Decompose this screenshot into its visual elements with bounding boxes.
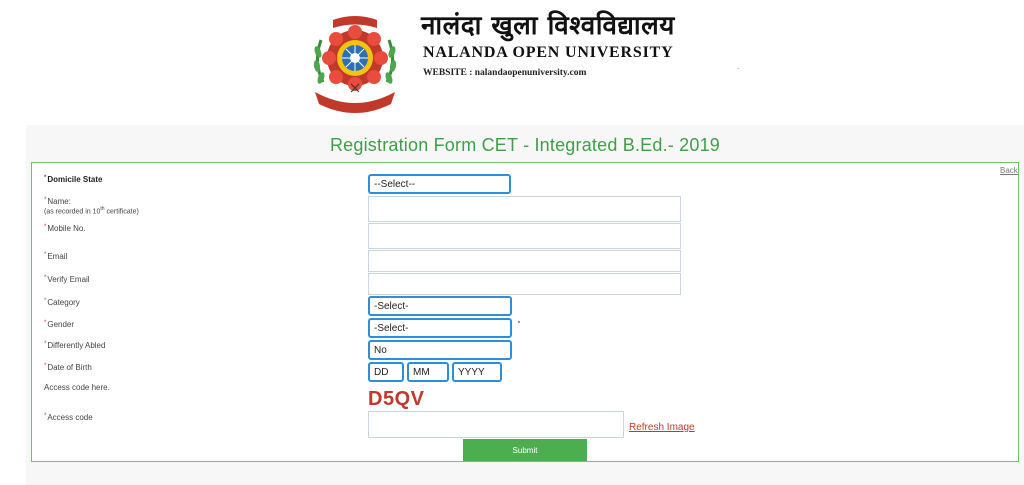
gender-select[interactable]: -Select-	[368, 318, 512, 338]
access-code-label-text: Access code	[47, 413, 93, 422]
back-link[interactable]: Back	[1000, 166, 1018, 175]
name-note: (as recorded in 10th certificate)	[44, 206, 139, 215]
header: नालंदा खुला विश्वविद्यालय NALANDA OPEN U…	[0, 0, 1024, 122]
mobile-input[interactable]	[368, 223, 681, 249]
verify-email-label: *Verify Email	[44, 275, 90, 284]
name-label-text: Name:	[47, 197, 71, 206]
university-name-english: NALANDA OPEN UNIVERSITY	[423, 44, 674, 61]
domicile-label: *Domicile State	[44, 175, 102, 184]
domicile-state-select[interactable]: --Select--	[368, 174, 511, 194]
required-mark: *	[44, 175, 47, 181]
category-select[interactable]: -Select-	[368, 296, 512, 316]
email-label-text: Email	[47, 252, 68, 261]
dob-label: *Date of Birth	[44, 363, 92, 372]
dob-year-select[interactable]: YYYY	[452, 362, 502, 382]
category-label-text: Category	[47, 298, 80, 307]
gender-label: *Gender	[44, 320, 74, 329]
dob-day-select[interactable]: DD	[368, 362, 404, 382]
domicile-label-text: Domicile State	[47, 175, 103, 184]
access-code-label: *Access code	[44, 413, 93, 422]
required-mark: *	[44, 197, 47, 203]
differently-abled-label: *Differently Abled	[44, 341, 105, 350]
required-mark: *	[44, 363, 47, 369]
gender-label-text: Gender	[47, 320, 75, 329]
captcha-image: D5QV	[368, 388, 425, 410]
dot-marker	[518, 321, 520, 323]
registration-form: Back *Domicile State --Select-- *Name: (…	[31, 162, 1019, 462]
submit-button[interactable]: Submit	[463, 439, 587, 461]
differently-abled-label-text: Differently Abled	[47, 341, 106, 350]
required-mark: *	[44, 275, 47, 281]
email-input[interactable]	[368, 250, 681, 272]
verify-email-label-text: Verify Email	[47, 275, 90, 284]
university-logo-icon	[313, 16, 397, 113]
mobile-label: *Mobile No.	[44, 224, 86, 233]
name-note-suffix: certificate)	[104, 208, 139, 216]
name-note-prefix: (as recorded in 10	[44, 208, 101, 216]
form-title: Registration Form CET - Integrated B.Ed.…	[329, 135, 721, 155]
differently-abled-select[interactable]: No	[368, 340, 512, 360]
dob-label-text: Date of Birth	[47, 363, 92, 372]
refresh-image-link[interactable]: Refresh Image	[629, 422, 695, 433]
separator-dot: .	[737, 62, 740, 71]
required-mark: *	[44, 320, 47, 326]
university-website: WEBSITE : nalandaopenuniversity.com	[423, 68, 587, 78]
access-code-input[interactable]	[368, 411, 624, 438]
verify-email-input[interactable]	[368, 273, 681, 295]
name-label: *Name:	[44, 197, 71, 206]
category-label: *Category	[44, 298, 80, 307]
required-mark: *	[44, 224, 47, 230]
email-label: *Email	[44, 252, 67, 261]
required-mark: *	[44, 252, 47, 258]
university-name-hindi: नालंदा खुला विश्वविद्यालय	[421, 11, 675, 41]
required-mark: *	[44, 341, 47, 347]
dob-month-select[interactable]: MM	[407, 362, 449, 382]
mobile-label-text: Mobile No.	[47, 224, 86, 233]
registration-panel: Registration Form CET - Integrated B.Ed.…	[26, 125, 1024, 485]
required-mark: *	[44, 298, 47, 304]
required-mark: *	[44, 413, 47, 419]
name-input[interactable]	[368, 196, 681, 222]
access-code-here-label: Access code here.	[44, 383, 110, 392]
